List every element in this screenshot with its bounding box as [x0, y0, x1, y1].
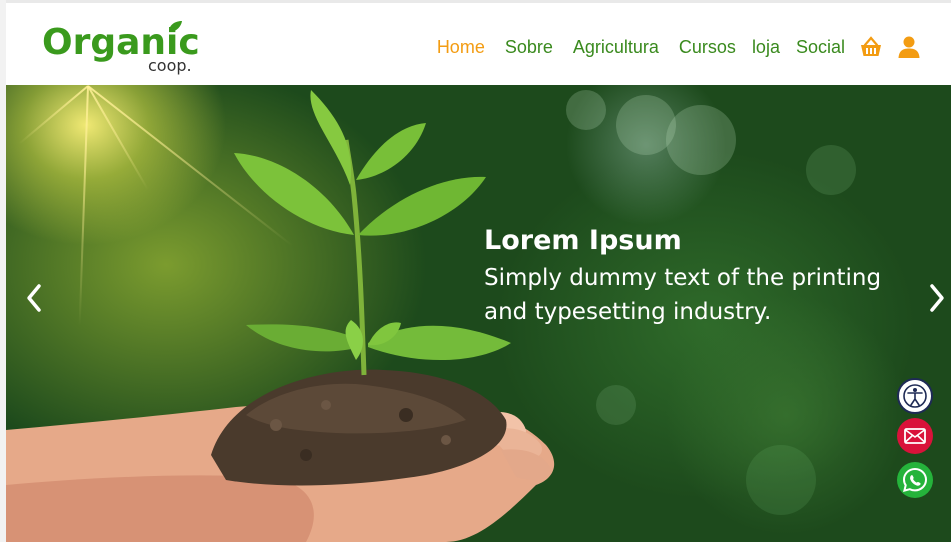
nav-item-agricultura[interactable]: Agricultura — [573, 35, 659, 59]
nav-item-loja[interactable]: loja — [752, 35, 780, 59]
chevron-right-icon — [930, 284, 944, 312]
user-icon[interactable] — [897, 35, 921, 59]
page: Organic coop. Home Sobre Agricultura Cur… — [6, 0, 951, 542]
whatsapp-button[interactable] — [897, 462, 933, 498]
slider-next-button[interactable] — [923, 283, 949, 313]
hero-title: Lorem Ipsum — [484, 225, 682, 256]
nav-item-sobre[interactable]: Sobre — [505, 35, 553, 59]
nav-item-cursos[interactable]: Cursos — [679, 35, 736, 59]
basket-icon[interactable] — [859, 35, 883, 59]
hero-description: Simply dummy text of the printing and ty… — [484, 265, 882, 325]
leaf-icon — [169, 21, 182, 32]
site-header: Organic coop. Home Sobre Agricultura Cur… — [6, 3, 951, 85]
accessibility-icon — [903, 384, 927, 408]
nav-item-social[interactable]: Social — [796, 35, 845, 59]
slider-prev-button[interactable] — [22, 283, 48, 313]
plant-in-hands-image — [6, 90, 555, 542]
bokeh-light — [746, 445, 816, 515]
nav-item-home[interactable]: Home — [437, 35, 485, 59]
whatsapp-icon — [902, 467, 928, 492]
chevron-left-icon — [27, 284, 41, 312]
bokeh-light — [566, 90, 606, 130]
logo[interactable]: Organic coop. — [42, 21, 202, 81]
hero-caption: Lorem Ipsum Simply dummy text of the pri… — [484, 225, 904, 329]
logo-sub-text: coop. — [148, 56, 192, 75]
accessibility-button[interactable] — [897, 378, 933, 414]
bokeh-light — [596, 385, 636, 425]
hero-slider: Lorem Ipsum Simply dummy text of the pri… — [6, 85, 951, 542]
main-nav: Home Sobre Agricultura Cursos loja Socia… — [417, 35, 921, 59]
bokeh-light — [806, 145, 856, 195]
mail-icon — [904, 428, 926, 444]
bokeh-light — [666, 105, 736, 175]
mail-button[interactable] — [897, 418, 933, 454]
